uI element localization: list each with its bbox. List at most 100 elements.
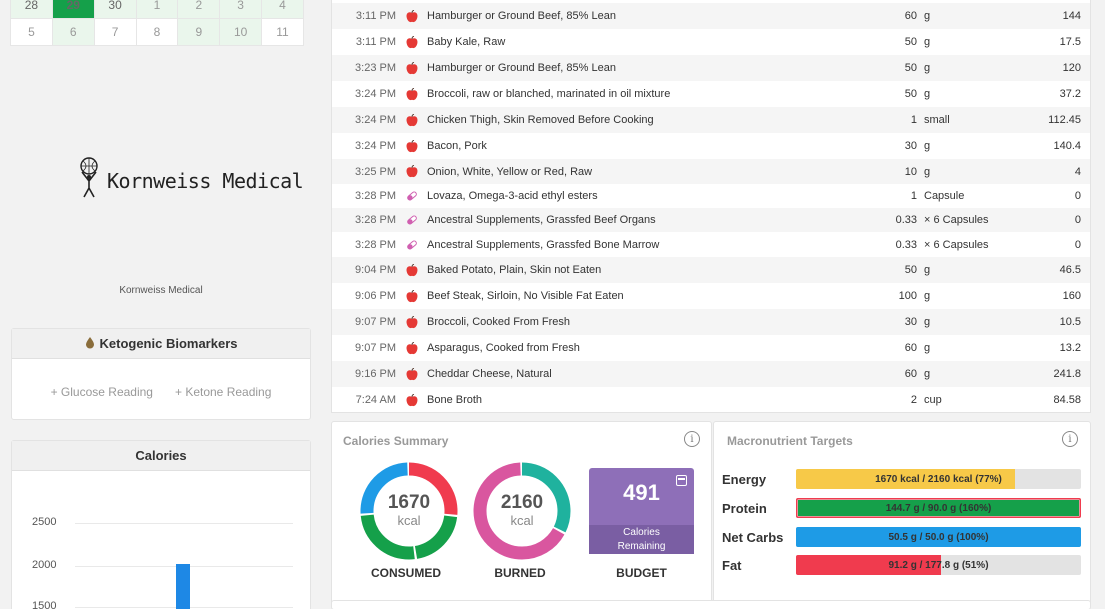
consumed-ring: 1670 kcal: [359, 461, 459, 561]
food-log-unit: g: [924, 165, 931, 178]
table-row[interactable]: 3:25 PM Onion, White, Yellow or Red, Raw 1…: [332, 159, 1090, 184]
budget-tile[interactable]: 491 Calories Remaining: [589, 468, 694, 554]
biomarkers-title: Ketogenic Biomarkers: [99, 336, 238, 351]
food-log-time: 3:24 PM: [355, 140, 396, 152]
table-row[interactable]: 9:07 PM Broccoli, Cooked From Fresh 30 g 10.…: [332, 309, 1090, 335]
table-row[interactable]: 3:23 PM Hamburger or Ground Beef, 85% Lea…: [332, 55, 1090, 81]
food-log-table: 3:11 PM Hamburger or Ground Beef, 85% Lea…: [331, 0, 1091, 413]
macro-progress-bar[interactable]: 1670 kcal / 2160 kcal (77%): [796, 469, 1081, 489]
pill-icon: [396, 214, 427, 226]
pill-icon: [396, 190, 427, 202]
food-log-amount: 0.33: [895, 238, 917, 251]
next-panel-edge: [331, 600, 1091, 609]
add-ketone-reading-link[interactable]: + Ketone Reading: [175, 385, 271, 399]
food-log-unit: g: [924, 140, 931, 152]
food-log-name: Asparagus, Cooked from Fresh: [427, 342, 580, 354]
calendar-day[interactable]: 30: [93, 0, 137, 19]
apple-icon: [396, 139, 427, 153]
food-log-value: 17.5: [1059, 36, 1081, 48]
calorie-bar[interactable]: [176, 564, 190, 609]
table-row[interactable]: 9:04 PM Baked Potato, Plain, Skin not Eat…: [332, 257, 1090, 283]
consumed-value: 1670: [387, 492, 431, 513]
y-tick-label: 1500: [32, 600, 57, 609]
calendar-day[interactable]: 29: [51, 0, 95, 19]
calendar-day[interactable]: 6: [51, 18, 95, 46]
table-row[interactable]: 7:24 AM Bone Broth 2 cup 84.58: [332, 387, 1090, 412]
drop-icon: [85, 336, 95, 352]
info-icon[interactable]: i: [1062, 431, 1078, 447]
atlas-logo-icon: [77, 157, 101, 204]
table-row[interactable]: 3:28 PM Ancestral Supplements, Grassfed B…: [332, 208, 1090, 232]
food-log-value: 241.8: [1053, 368, 1081, 380]
table-row[interactable]: 3:24 PM Bacon, Pork 30 g 140.4: [332, 133, 1090, 159]
food-log-value: 120: [1062, 62, 1081, 74]
table-row[interactable]: 3:11 PM Hamburger or Ground Beef, 85% Lea…: [332, 3, 1090, 29]
food-log-value: 46.5: [1059, 264, 1081, 276]
food-log-unit: small: [924, 114, 950, 126]
food-log-time: 9:06 PM: [355, 290, 396, 302]
table-row[interactable]: 9:06 PM Beef Steak, Sirloin, No Visible F…: [332, 283, 1090, 309]
add-glucose-reading-link[interactable]: + Glucose Reading: [51, 385, 153, 399]
food-log-time: 3:11 PM: [355, 10, 396, 22]
food-log-name: Hamburger or Ground Beef, 85% Lean: [427, 62, 616, 74]
food-log-name: Beef Steak, Sirloin, No Visible Fat Eate…: [427, 290, 624, 302]
calendar-day[interactable]: 8: [135, 18, 179, 46]
food-log-name: Bone Broth: [427, 394, 483, 406]
food-log-name: Cheddar Cheese, Natural: [427, 368, 552, 380]
food-log-value: 84.58: [1053, 394, 1081, 406]
calendar-day[interactable]: 9: [177, 18, 221, 46]
info-icon[interactable]: i: [684, 431, 700, 447]
table-row[interactable]: 3:11 PM Baby Kale, Raw 50 g 17.5: [332, 29, 1090, 55]
calendar-day[interactable]: 11: [261, 18, 304, 46]
calendar-day[interactable]: 10: [219, 18, 263, 46]
food-log-amount: 100: [898, 290, 917, 302]
table-row[interactable]: 9:07 PM Asparagus, Cooked from Fresh 60 g 13…: [332, 335, 1090, 361]
calendar-day[interactable]: 1: [135, 0, 179, 19]
calendar-day[interactable]: 7: [93, 18, 137, 46]
apple-icon: [396, 35, 427, 49]
calendar-day[interactable]: 28: [10, 0, 53, 19]
biomarkers-header: Ketogenic Biomarkers: [12, 329, 310, 359]
food-log-amount: 0.33: [895, 214, 917, 226]
calendar-day[interactable]: 4: [261, 0, 304, 19]
food-log-amount: 50: [904, 88, 917, 100]
calories-summary-card: Calories Summary i 1670 kcal CONSUMED 21…: [331, 421, 712, 606]
apple-icon: [396, 61, 427, 75]
macro-name: Net Carbs: [722, 529, 784, 545]
table-row[interactable]: 3:24 PM Chicken Thigh, Skin Removed Befor…: [332, 107, 1090, 133]
macro-progress-bar[interactable]: 144.7 g / 90.0 g (160%): [796, 498, 1081, 518]
calendar-day[interactable]: 3: [219, 0, 263, 19]
calendar-day[interactable]: 5: [10, 18, 53, 46]
food-log-time: 3:28 PM: [355, 214, 396, 226]
food-log-name: Lovaza, Omega-3-acid ethyl esters: [427, 190, 598, 202]
food-log-value: 37.2: [1059, 88, 1081, 100]
macro-progress-bar[interactable]: 91.2 g / 177.8 g (51%): [796, 555, 1081, 575]
food-log-value: 144: [1062, 10, 1081, 22]
calories-panel-header: Calories: [12, 441, 310, 471]
food-log-value: 0: [1074, 238, 1081, 251]
table-row[interactable]: 3:24 PM Broccoli, raw or blanched, marina…: [332, 81, 1090, 107]
logo: Kornweiss Medical: [77, 157, 304, 204]
budget-label-line2: Remaining: [617, 541, 666, 552]
food-log-unit: g: [924, 264, 931, 276]
table-row[interactable]: 9:16 PM Cheddar Cheese, Natural 60 g 241.8: [332, 361, 1090, 387]
table-row[interactable]: 3:28 PM Ancestral Supplements, Grassfed B…: [332, 232, 1090, 257]
apple-icon: [396, 367, 427, 381]
macro-progress-text: 91.2 g / 177.8 g (51%): [888, 559, 989, 571]
food-log-unit: g: [924, 62, 931, 74]
food-log-unit: g: [924, 316, 931, 328]
calendar-day[interactable]: 2: [177, 0, 221, 19]
food-log-name: Broccoli, Cooked From Fresh: [427, 316, 571, 328]
food-log-value: 13.2: [1059, 342, 1081, 354]
pill-icon: [396, 239, 427, 251]
mini-calendar: 28 29 30 1 2 3 4 5 6 7 8 9 10 11: [10, 0, 311, 46]
food-log-value: 160: [1062, 290, 1081, 302]
food-log-amount: 10: [904, 165, 917, 178]
table-row[interactable]: 3:28 PM Lovaza, Omega-3-acid ethyl esters…: [332, 184, 1090, 208]
burned-unit: kcal: [510, 513, 534, 528]
burned-label: BURNED: [494, 566, 546, 580]
budget-label-line1: Calories: [623, 527, 660, 538]
budget-value: 491: [623, 480, 660, 505]
food-log-time: 3:28 PM: [355, 190, 396, 202]
macro-progress-bar[interactable]: 50.5 g / 50.0 g (100%): [796, 527, 1081, 547]
